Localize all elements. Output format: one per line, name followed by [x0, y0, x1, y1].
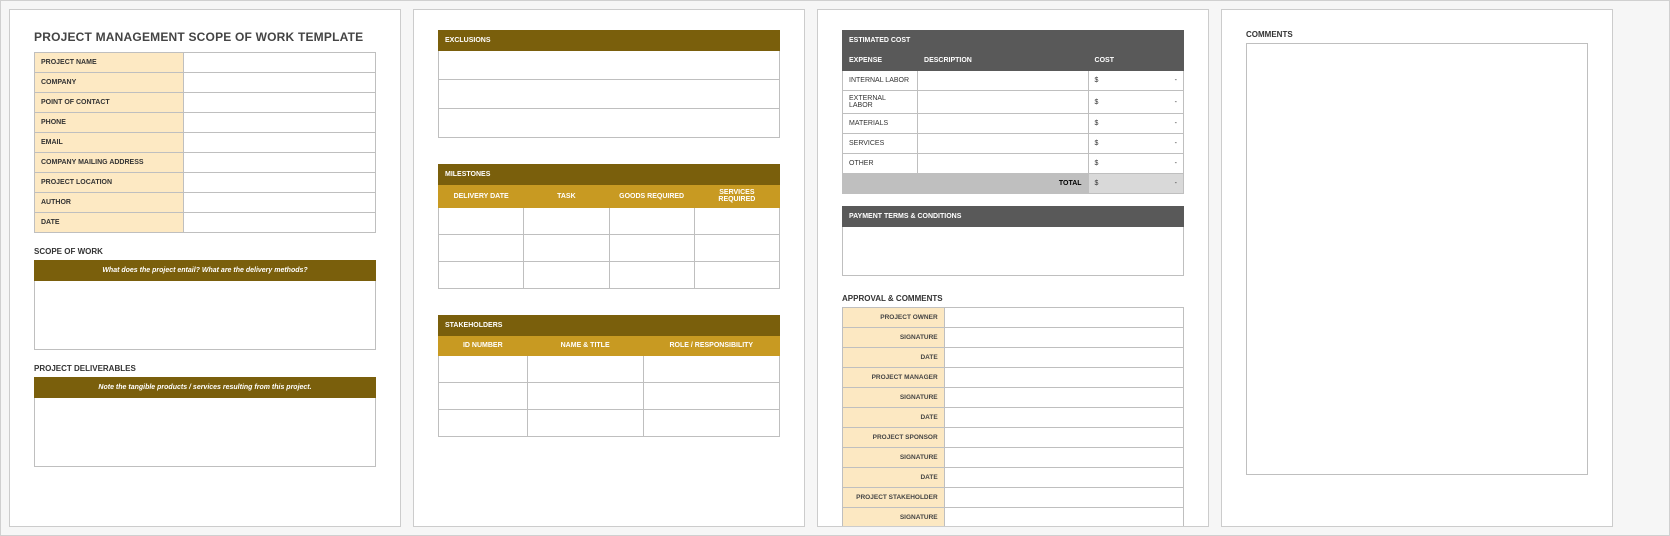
label-date: DATE [35, 213, 184, 233]
template-thumbnails: PROJECT MANAGEMENT SCOPE OF WORK TEMPLAT… [0, 0, 1670, 536]
deliverables-prompt: Note the tangible products / services re… [35, 378, 376, 398]
stakeholders-table: STAKEHOLDERS ID NUMBER NAME & TITLE ROLE… [438, 315, 780, 437]
label-email: EMAIL [35, 133, 184, 153]
payment-terms-heading: PAYMENT TERMS & CONDITIONS [843, 207, 1184, 227]
col-cost: COST [1088, 51, 1183, 71]
col-expense: EXPENSE [843, 51, 918, 71]
value-company [184, 73, 376, 93]
payment-terms-table: PAYMENT TERMS & CONDITIONS [842, 206, 1184, 276]
stakeholder-row [439, 410, 528, 437]
col-goods: GOODS REQUIRED [609, 185, 694, 208]
exp-cost: $- [1088, 91, 1183, 114]
exp-cost: $- [1088, 134, 1183, 154]
approvals-table: PROJECT OWNER SIGNATURE DATE PROJECT MAN… [842, 307, 1184, 527]
estimated-cost-table: ESTIMATED COST EXPENSE DESCRIPTION COST … [842, 30, 1184, 194]
comments-box [1246, 43, 1588, 475]
appr-signature: SIGNATURE [843, 508, 945, 528]
total-label: TOTAL [843, 174, 1089, 194]
stakeholder-row [439, 383, 528, 410]
exp-cost: $- [1088, 71, 1183, 91]
scope-table: What does the project entail? What are t… [34, 260, 376, 350]
appr-signature: SIGNATURE [843, 328, 945, 348]
col-name-title: NAME & TITLE [527, 336, 643, 356]
scope-prompt: What does the project entail? What are t… [35, 261, 376, 281]
deliverables-table: Note the tangible products / services re… [34, 377, 376, 467]
exp-cost: $- [1088, 114, 1183, 134]
appr-owner: PROJECT OWNER [843, 308, 945, 328]
exp-other: OTHER [843, 154, 918, 174]
value-location [184, 173, 376, 193]
exclusions-table: EXCLUSIONS [438, 30, 780, 138]
value-contact [184, 93, 376, 113]
milestone-row [439, 208, 524, 235]
col-task: TASK [524, 185, 609, 208]
appr-manager: PROJECT MANAGER [843, 368, 945, 388]
label-contact: POINT OF CONTACT [35, 93, 184, 113]
milestones-table: MILESTONES DELIVERY DATE TASK GOODS REQU… [438, 164, 780, 289]
value-author [184, 193, 376, 213]
exp-services: SERVICES [843, 134, 918, 154]
deliverables-body [35, 398, 376, 467]
label-author: AUTHOR [35, 193, 184, 213]
estimated-cost-heading: ESTIMATED COST [843, 31, 1184, 51]
value-phone [184, 113, 376, 133]
stakeholder-row [439, 356, 528, 383]
label-location: PROJECT LOCATION [35, 173, 184, 193]
milestones-heading: MILESTONES [439, 165, 780, 185]
approval-heading: APPROVAL & COMMENTS [842, 294, 1184, 303]
value-mailing [184, 153, 376, 173]
value-email [184, 133, 376, 153]
exclusions-row [439, 109, 780, 138]
appr-date: DATE [843, 408, 945, 428]
appr-signature: SIGNATURE [843, 448, 945, 468]
exp-internal-labor: INTERNAL LABOR [843, 71, 918, 91]
exp-cost: $- [1088, 154, 1183, 174]
page-3: ESTIMATED COST EXPENSE DESCRIPTION COST … [817, 9, 1209, 527]
exp-external-labor: EXTERNAL LABOR [843, 91, 918, 114]
stakeholders-heading: STAKEHOLDERS [439, 316, 780, 336]
appr-date: DATE [843, 468, 945, 488]
payment-terms-body [843, 227, 1184, 276]
exp-materials: MATERIALS [843, 114, 918, 134]
label-mailing: COMPANY MAILING ADDRESS [35, 153, 184, 173]
exclusions-heading: EXCLUSIONS [439, 31, 780, 51]
appr-stakeholder: PROJECT STAKEHOLDER [843, 488, 945, 508]
exclusions-row [439, 51, 780, 80]
deliverables-heading: PROJECT DELIVERABLES [34, 364, 376, 373]
col-role: ROLE / RESPONSIBILITY [643, 336, 779, 356]
scope-heading: SCOPE OF WORK [34, 247, 376, 256]
page-4: COMMENTS [1221, 9, 1613, 527]
milestone-row [439, 262, 524, 289]
total-value: $- [1088, 174, 1183, 194]
doc-title: PROJECT MANAGEMENT SCOPE OF WORK TEMPLAT… [34, 30, 376, 44]
label-company: COMPANY [35, 73, 184, 93]
col-description: DESCRIPTION [918, 51, 1089, 71]
project-info-table: PROJECT NAME COMPANY POINT OF CONTACT PH… [34, 52, 376, 233]
label-phone: PHONE [35, 113, 184, 133]
value-date [184, 213, 376, 233]
comments-heading: COMMENTS [1246, 30, 1588, 39]
appr-date: DATE [843, 348, 945, 368]
appr-signature: SIGNATURE [843, 388, 945, 408]
col-id: ID NUMBER [439, 336, 528, 356]
col-delivery-date: DELIVERY DATE [439, 185, 524, 208]
page-2: EXCLUSIONS MILESTONES DELIVERY DATE TASK… [413, 9, 805, 527]
appr-sponsor: PROJECT SPONSOR [843, 428, 945, 448]
label-project-name: PROJECT NAME [35, 53, 184, 73]
milestone-row [439, 235, 524, 262]
col-services: SERVICES REQUIRED [694, 185, 779, 208]
page-1: PROJECT MANAGEMENT SCOPE OF WORK TEMPLAT… [9, 9, 401, 527]
value-project-name [184, 53, 376, 73]
exclusions-row [439, 80, 780, 109]
scope-body [35, 281, 376, 350]
